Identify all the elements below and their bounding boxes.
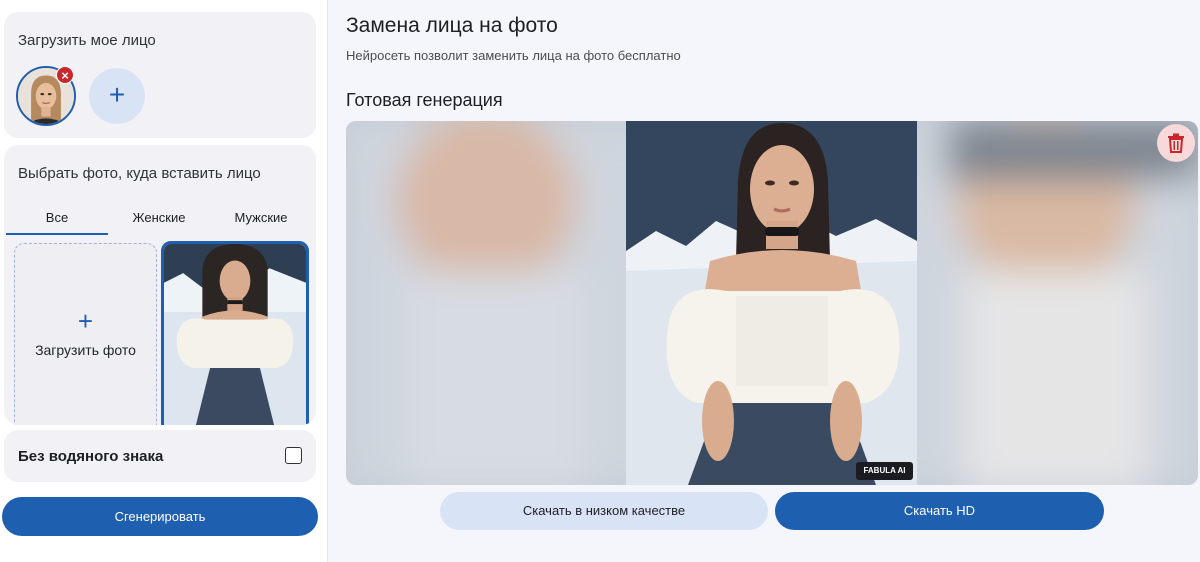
upload-photo-tile[interactable]: + Загрузить фото <box>14 243 157 425</box>
no-watermark-card: Без водяного знака <box>4 430 316 482</box>
tab-female[interactable]: Женские <box>108 205 210 235</box>
add-face-plus-icon[interactable]: + <box>89 68 145 124</box>
template-photo-selected[interactable] <box>161 241 309 425</box>
sidebar: Загрузить мое лицо × + Выбрать фото, куд… <box>0 0 328 562</box>
no-watermark-checkbox[interactable] <box>285 447 302 464</box>
tab-all[interactable]: Все <box>6 205 108 235</box>
upload-face-card: Загрузить мое лицо × + <box>4 12 316 138</box>
upload-photo-label: Загрузить фото <box>35 342 136 358</box>
choose-photo-card: Выбрать фото, куда вставить лицо Все Жен… <box>4 145 316 425</box>
remove-face-close-icon[interactable]: × <box>56 66 74 84</box>
result-title: Готовая генерация <box>346 90 503 110</box>
page-subtitle: Нейросеть позволит заменить лица на фото… <box>346 48 681 63</box>
no-watermark-label: Без водяного знака <box>18 448 164 465</box>
download-hd-button[interactable]: Скачать HD <box>775 492 1104 530</box>
delete-trash-icon[interactable] <box>1157 124 1195 162</box>
tab-male[interactable]: Мужские <box>210 205 312 235</box>
generated-image <box>346 121 1198 485</box>
fabula-watermark: FABULA AI <box>856 462 913 480</box>
choose-photo-title: Выбрать фото, куда вставить лицо <box>18 165 261 182</box>
upload-face-title: Загрузить мое лицо <box>18 32 156 49</box>
page-title: Замена лица на фото <box>346 14 558 37</box>
plus-icon: + <box>77 306 94 336</box>
generate-button[interactable]: Сгенерировать <box>2 497 318 536</box>
category-tabs: Все Женские Мужские <box>6 205 314 235</box>
download-low-quality-button[interactable]: Скачать в низком качестве <box>440 492 768 530</box>
